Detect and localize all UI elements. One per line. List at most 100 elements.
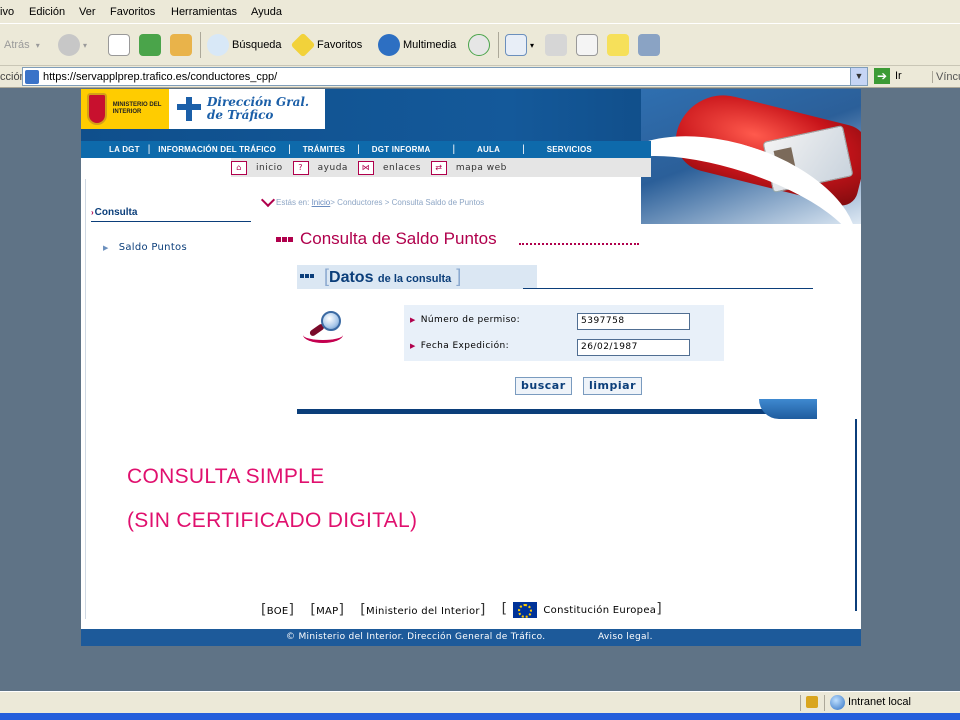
triangle-right-icon: ▶ <box>410 342 416 350</box>
favorites-button[interactable]: Favoritos <box>290 32 362 58</box>
section-footer-bar <box>297 399 817 419</box>
breadcrumb-rest: > Conductores > Consulta Saldo de Puntos <box>330 198 485 207</box>
edit-icon <box>576 34 598 56</box>
annotation-line-2: (SIN CERTIFICADO DIGITAL) <box>127 509 418 532</box>
title-dotted-line <box>518 233 639 245</box>
nav-separator: | <box>357 144 360 155</box>
menu-edit[interactable]: Edición <box>29 6 65 18</box>
triangle-right-icon: › <box>91 208 94 217</box>
back-label: Atrás <box>4 39 30 51</box>
search-icon <box>207 34 229 56</box>
discuss-button[interactable] <box>607 33 632 57</box>
stop-button[interactable] <box>108 33 133 57</box>
ministry-logo[interactable]: MINISTERIO DEL INTERIOR <box>81 89 169 129</box>
main-nav: LA DGT | INFORMACIÓN DEL TRÁFICO | TRÁMI… <box>81 141 651 158</box>
back-button[interactable]: Atrás ▾ <box>4 33 40 57</box>
go-label: Ir <box>895 70 902 82</box>
sitemap-icon: ⇄ <box>430 160 447 175</box>
section-bullet-icon <box>300 274 315 278</box>
menu-favorites[interactable]: Favoritos <box>110 6 155 18</box>
status-bar: Intranet local <box>0 691 960 713</box>
home-icon: ⌂ <box>231 160 247 175</box>
search-button[interactable]: Búsqueda <box>207 33 282 57</box>
history-icon <box>468 34 490 56</box>
menu-view[interactable]: Ver <box>79 6 96 18</box>
status-separator <box>824 695 825 711</box>
stop-icon <box>108 34 130 56</box>
menu-file[interactable]: ivo <box>0 6 14 18</box>
chevron-down-icon: ▾ <box>83 40 88 50</box>
subnav-mapa-web[interactable]: ⇄ mapa web <box>430 160 507 175</box>
page-title: Consulta de Saldo Puntos <box>300 229 497 248</box>
refresh-button[interactable] <box>139 33 164 57</box>
chevron-down-icon[interactable]: ▼ <box>850 68 867 85</box>
dgt-cross-icon <box>177 97 201 121</box>
section-title: [Datos de la consulta ] <box>324 266 462 286</box>
nav-tramites[interactable]: TRÁMITES <box>303 145 346 154</box>
section-title-rest: de la consulta <box>377 273 452 285</box>
sidebar-heading[interactable]: ›Consulta <box>91 207 251 222</box>
security-zone: Intranet local <box>848 696 911 708</box>
breadcrumb-home-link[interactable]: Inicio <box>312 198 331 207</box>
nav-separator: | <box>288 144 291 155</box>
nav-informacion-trafico[interactable]: INFORMACIÓN DEL TRÁFICO <box>158 145 276 154</box>
footer-link-map[interactable]: [MAP] <box>310 602 344 618</box>
fecha-input[interactable]: 26/02/1987 <box>577 339 690 356</box>
footer-link-label: Ministerio del Interior <box>366 605 480 617</box>
home-button[interactable] <box>170 33 195 57</box>
links-toolbar[interactable]: Víncul <box>932 71 960 83</box>
subnav-inicio[interactable]: ⌂ inicio <box>231 160 283 175</box>
research-icon <box>638 34 660 56</box>
section-tab-slant <box>523 265 537 289</box>
nav-servicios[interactable]: SERVICIOS <box>547 145 592 154</box>
subnav-label: ayuda <box>317 162 348 173</box>
section-underline <box>523 288 813 289</box>
copyright-text: © Ministerio del Interior. Dirección Gen… <box>286 632 546 642</box>
home-icon <box>170 34 192 56</box>
refresh-icon <box>139 34 161 56</box>
lock-icon <box>806 696 818 708</box>
dgt-logo[interactable]: Dirección Gral. de Tráfico <box>169 89 325 129</box>
search-label: Búsqueda <box>232 39 282 51</box>
subnav-ayuda[interactable]: ? ayuda <box>292 160 348 175</box>
legal-link[interactable]: Aviso legal. <box>598 632 653 642</box>
footer-link-label: BOE <box>266 605 289 617</box>
nav-separator: | <box>522 144 525 155</box>
research-button[interactable] <box>638 33 663 57</box>
permiso-input[interactable]: 5397758 <box>577 313 690 330</box>
nav-dgt-informa[interactable]: DGT INFORMA <box>372 145 431 154</box>
multimedia-label: Multimedia <box>403 39 457 51</box>
header-car-image <box>641 89 861 224</box>
sidebar-item-saldo-puntos[interactable]: ▶ Saldo Puntos <box>91 242 251 253</box>
fecha-label: Fecha Expedición: <box>420 341 510 351</box>
nav-aula[interactable]: AULA <box>477 145 500 154</box>
subnav-enlaces[interactable]: ⋈ enlaces <box>357 160 421 175</box>
field-row-permiso: ▶ Número de permiso: <box>410 315 520 325</box>
copyright-bar: © Ministerio del Interior. Dirección Gen… <box>81 629 861 646</box>
footer-link-constitucion[interactable]: [Constitución Europea] <box>502 601 662 618</box>
nav-la-dgt[interactable]: LA DGT <box>109 145 140 154</box>
menu-tools[interactable]: Herramientas <box>171 6 237 18</box>
utility-nav: ⌂ inicio ? ayuda ⋈ enlaces ⇄ mapa web <box>231 158 651 177</box>
print-button[interactable] <box>545 33 570 57</box>
edit-button[interactable] <box>576 33 601 57</box>
footer-link-label: MAP <box>316 605 339 617</box>
footer-link-boe[interactable]: [BOE] <box>261 602 294 618</box>
breadcrumb: Estás en: Inicio> Conductores > Consulta… <box>260 192 485 208</box>
left-border <box>85 179 86 619</box>
section-footer-cap <box>759 399 817 419</box>
multimedia-button[interactable]: Multimedia <box>378 33 456 57</box>
buscar-button[interactable]: buscar <box>515 377 572 395</box>
history-button[interactable] <box>468 33 493 57</box>
menu-help[interactable]: Ayuda <box>251 6 282 18</box>
limpiar-button[interactable]: limpiar <box>583 377 642 395</box>
section-footer-line <box>297 409 767 414</box>
browser-toolbar: Atrás ▾ ▾ Búsqueda Favoritos Multimedia … <box>0 24 960 66</box>
links-icon: ⋈ <box>357 160 374 175</box>
footer-link-ministerio[interactable]: [Ministerio del Interior] <box>360 602 485 618</box>
mail-button[interactable]: ▾ <box>505 33 534 57</box>
sidebar-item-label: Saldo Puntos <box>118 242 187 253</box>
go-button[interactable]: ➔ Ir <box>874 68 902 84</box>
forward-button[interactable]: ▾ <box>58 33 87 57</box>
url-input[interactable]: https://servapplprep.trafico.es/conducto… <box>22 67 868 86</box>
